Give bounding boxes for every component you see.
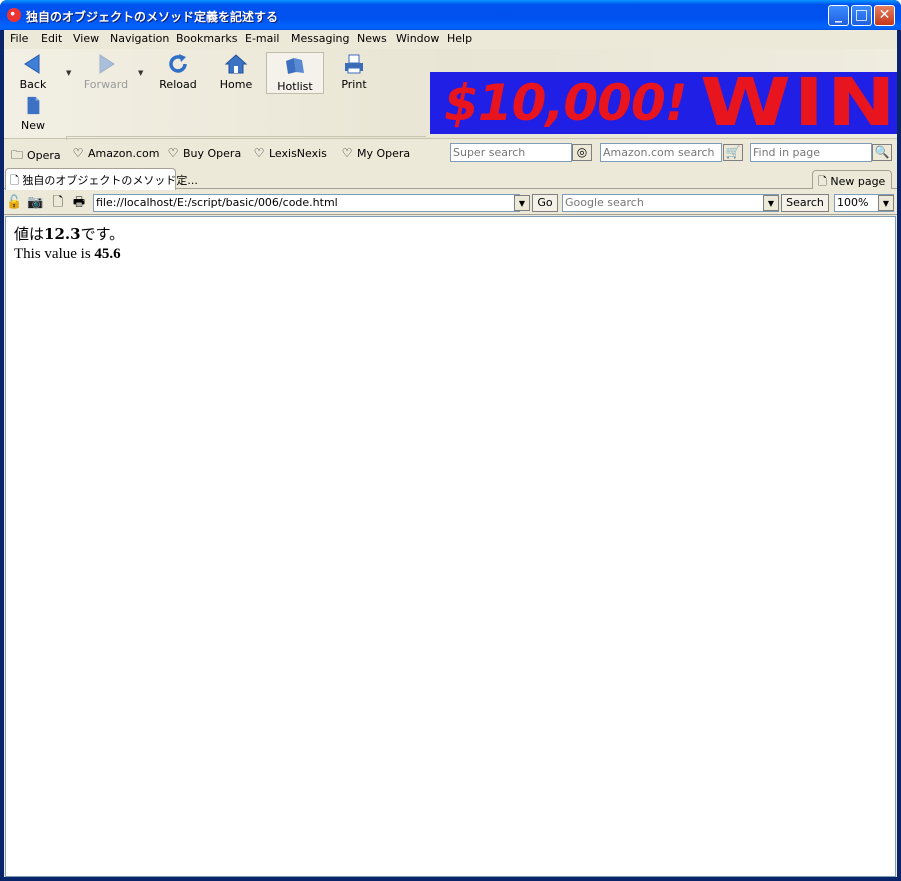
- line1-value: 12.3: [44, 225, 81, 243]
- japanese-value-line: 値は12.3です。: [14, 223, 124, 244]
- reload-label: Reload: [159, 78, 197, 91]
- english-value-line: This value is 45.6: [14, 246, 121, 263]
- home-icon: [224, 54, 248, 74]
- forward-button[interactable]: Forward: [81, 53, 131, 93]
- find-in-page-input[interactable]: Find in page: [750, 143, 872, 162]
- shopping-cart-icon[interactable]: 🛒: [723, 144, 743, 161]
- line1-prefix: 値は: [14, 225, 45, 243]
- heart-icon: ♡: [167, 146, 179, 160]
- page-tab-bar: 🗋 独自のオブジェクトのメソッド定... 🗋 New page: [4, 167, 897, 190]
- super-search-globe-icon[interactable]: ◎: [572, 144, 592, 161]
- menu-messaging[interactable]: Messaging: [291, 32, 349, 45]
- bookmark-my-opera[interactable]: ♡ My Opera: [340, 146, 411, 160]
- menu-window[interactable]: Window: [396, 32, 439, 45]
- google-search-input[interactable]: Google search: [562, 194, 779, 212]
- printer-icon: [345, 54, 363, 74]
- reload-button[interactable]: Reload: [153, 53, 203, 93]
- back-arrow-icon: [24, 54, 40, 74]
- bookmark-opera[interactable]: 🗀 Opera: [10, 146, 61, 167]
- maximize-button[interactable]: □: [851, 5, 872, 26]
- menu-bookmarks[interactable]: Bookmarks: [176, 32, 237, 45]
- menu-navigation[interactable]: Navigation: [110, 32, 169, 45]
- folder-icon: 🗀: [10, 148, 23, 162]
- tab-current-page[interactable]: 🗋 独自のオブジェクトのメソッド定...: [5, 168, 198, 190]
- zoom-dropdown-icon[interactable]: ▼: [878, 195, 894, 211]
- advertisement-banner[interactable]: $10,000! WIN: [430, 72, 897, 134]
- menu-view[interactable]: View: [73, 32, 99, 45]
- back-history-dropdown-icon[interactable]: ▼: [66, 69, 71, 77]
- title-bar[interactable]: 独自のオブジェクトのメソッド定義を記述する _ □ ✕: [0, 0, 901, 30]
- minimize-button[interactable]: _: [828, 5, 849, 26]
- line2-prefix: This value is: [14, 246, 95, 262]
- new-page-icon: [27, 96, 40, 115]
- menu-bar: File Edit View Navigation Bookmarks E-ma…: [4, 30, 897, 48]
- go-button[interactable]: Go: [532, 194, 558, 212]
- camera-icon[interactable]: 📷: [27, 195, 43, 211]
- menu-email[interactable]: E-mail: [245, 32, 280, 45]
- bookmark-amazon[interactable]: ♡ Amazon.com: [71, 146, 160, 160]
- search-engine-dropdown-icon[interactable]: ▼: [763, 195, 779, 211]
- document-icon[interactable]: 🗋: [50, 195, 66, 211]
- amazon-search-input[interactable]: Amazon.com search: [600, 143, 722, 162]
- bookmark-my-opera-label: My Opera: [357, 147, 411, 160]
- opera-app-icon: [7, 8, 21, 22]
- browser-frame: File Edit View Navigation Bookmarks E-ma…: [4, 30, 897, 877]
- bookmark-lexisnexis[interactable]: ♡ LexisNexis: [252, 146, 327, 160]
- heart-icon: ♡: [72, 146, 84, 160]
- address-bar: 🔓 📷 🗋 🖶 file://localhost/E:/script/basic…: [4, 191, 897, 215]
- address-input[interactable]: file://localhost/E:/script/basic/006/cod…: [93, 194, 520, 212]
- heart-icon: ♡: [341, 146, 353, 160]
- page-content: 値は12.3です。 This value is 45.6: [5, 216, 896, 877]
- forward-history-dropdown-icon[interactable]: ▼: [138, 69, 143, 77]
- hotlist-label: Hotlist: [277, 80, 313, 93]
- close-button[interactable]: ✕: [874, 5, 895, 26]
- hotlist-button[interactable]: Hotlist: [266, 52, 324, 94]
- new-page-tab-button[interactable]: 🗋 New page: [812, 170, 892, 189]
- line2-value: 45.6: [94, 246, 121, 262]
- bookmark-buy-opera[interactable]: ♡ Buy Opera: [166, 146, 242, 160]
- forward-arrow-icon: [99, 54, 115, 74]
- banner-win-text: WIN: [700, 72, 897, 134]
- page-icon: 🗋: [10, 174, 19, 187]
- back-button[interactable]: Back: [8, 53, 58, 93]
- menu-edit[interactable]: Edit: [41, 32, 62, 45]
- bookmark-amazon-label: Amazon.com: [88, 147, 160, 160]
- security-lock-icon[interactable]: 🔓: [6, 195, 22, 211]
- reload-icon: [169, 54, 187, 73]
- menu-file[interactable]: File: [10, 32, 28, 45]
- new-page-label: New page: [830, 175, 886, 188]
- line1-suffix: です。: [80, 225, 125, 243]
- menu-news[interactable]: News: [357, 32, 387, 45]
- new-label: New: [21, 119, 45, 132]
- bookmark-lexisnexis-label: LexisNexis: [269, 147, 327, 160]
- bookmark-opera-label: Opera: [27, 149, 61, 162]
- tab-current-page-label: 独自のオブジェクトのメソッド定...: [22, 174, 198, 187]
- window-bottom-border: [0, 877, 901, 881]
- address-dropdown-icon[interactable]: ▼: [514, 195, 530, 211]
- page-icon: 🗋: [818, 175, 827, 188]
- forward-label: Forward: [83, 78, 129, 91]
- new-page-button[interactable]: New: [8, 96, 58, 136]
- banner-amount: $10,000!: [444, 74, 688, 132]
- print-label: Print: [341, 78, 367, 91]
- super-search-input[interactable]: Super search: [450, 143, 572, 162]
- window-title: 独自のオブジェクトのメソッド定義を記述する: [26, 10, 279, 24]
- hotlist-icon: [286, 58, 304, 74]
- main-toolbar: Back ▼ Forward ▼ Reload Home Hotlist Pri…: [4, 49, 897, 152]
- print-button[interactable]: Print: [329, 53, 379, 93]
- search-button[interactable]: Search: [781, 194, 829, 212]
- home-button[interactable]: Home: [211, 53, 261, 93]
- print-icon[interactable]: 🖶: [71, 195, 87, 211]
- personal-bar: 🗀 Opera ♡ Amazon.com ♡ Buy Opera ♡ LexisNexi…: [4, 140, 897, 166]
- magnifier-icon[interactable]: 🔍: [872, 144, 892, 161]
- browser-window: 独自のオブジェクトのメソッド定義を記述する _ □ ✕ File Edit Vi…: [0, 0, 901, 881]
- back-label: Back: [19, 78, 47, 91]
- heart-icon: ♡: [253, 146, 265, 160]
- home-label: Home: [219, 78, 253, 91]
- menu-help[interactable]: Help: [447, 32, 472, 45]
- bookmark-buy-opera-label: Buy Opera: [183, 147, 242, 160]
